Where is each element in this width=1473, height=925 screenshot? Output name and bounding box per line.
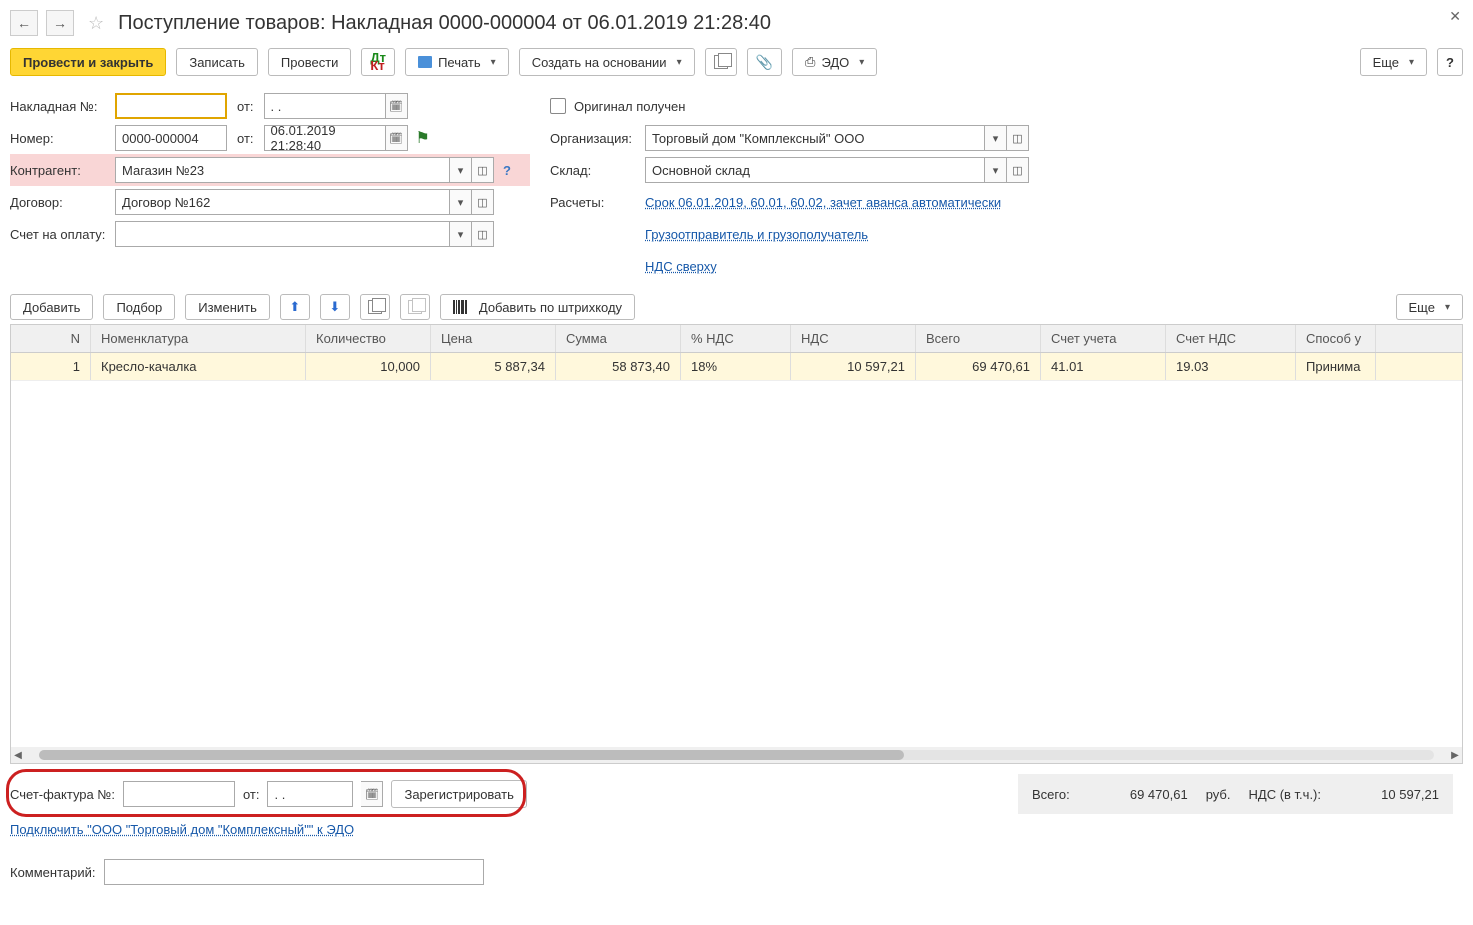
connect-edo-link[interactable]: Подключить "ООО "Торговый дом "Комплексн… xyxy=(10,822,354,837)
dtkt-button[interactable]: ДᴛКᴛ xyxy=(361,48,395,76)
from-label-1: от: xyxy=(237,99,254,114)
nav-forward-button[interactable]: → xyxy=(46,10,74,36)
post-and-close-button[interactable]: Провести и закрыть xyxy=(10,48,166,76)
invoice-date-input[interactable]: . . xyxy=(264,93,386,119)
invoice-no-label: Накладная №: xyxy=(10,99,115,114)
col-price[interactable]: Цена xyxy=(431,325,556,352)
page-title: Поступление товаров: Накладная 0000-0000… xyxy=(118,12,771,35)
edo-icon: ⎙ xyxy=(805,54,815,70)
sf-label: Счет-фактура №: xyxy=(10,787,115,802)
close-icon[interactable]: ✕ xyxy=(1449,8,1461,25)
more-button[interactable]: Еще xyxy=(1360,48,1427,76)
create-based-on-button[interactable]: Создать на основании xyxy=(519,48,695,76)
contragent-label: Контрагент: xyxy=(10,163,115,178)
post-button[interactable]: Провести xyxy=(268,48,352,76)
add-by-barcode-button[interactable]: Добавить по штрихкоду xyxy=(440,294,635,320)
help-button[interactable]: ? xyxy=(1437,48,1463,76)
from-label-2: от: xyxy=(237,131,254,146)
contract-input[interactable]: Договор №162 xyxy=(115,189,450,215)
calendar-icon-2[interactable]: 🗓 xyxy=(386,125,408,151)
items-table[interactable]: N Номенклатура Количество Цена Сумма % Н… xyxy=(10,324,1463,764)
contragent-input[interactable]: Магазин №23 xyxy=(115,157,450,183)
comment-input[interactable] xyxy=(104,859,484,885)
col-n[interactable]: N xyxy=(11,325,91,352)
table-more-button[interactable]: Еще xyxy=(1396,294,1463,320)
total-label: Всего: xyxy=(1032,787,1070,802)
comment-label: Комментарий: xyxy=(10,865,96,880)
edo-button[interactable]: ⎙ЭДО xyxy=(792,48,877,76)
horizontal-scrollbar[interactable]: ◀▶ xyxy=(11,747,1462,763)
copy-row-button[interactable] xyxy=(360,294,390,320)
calc-link[interactable]: Срок 06.01.2019, 60.01, 60.02, зачет ава… xyxy=(645,195,1001,210)
original-received-label: Оригинал получен xyxy=(574,99,685,114)
warehouse-open[interactable]: ◫ xyxy=(1007,157,1029,183)
paperclip-icon: 📎 xyxy=(756,54,773,71)
col-vat[interactable]: НДС xyxy=(791,325,916,352)
pick-button[interactable]: Подбор xyxy=(103,294,175,320)
col-nom[interactable]: Номенклатура xyxy=(91,325,306,352)
sf-calendar-icon[interactable]: 🗓 xyxy=(361,781,383,807)
contragent-help[interactable]: ? xyxy=(498,157,516,183)
warehouse-label: Склад: xyxy=(550,163,645,178)
payment-acc-open[interactable]: ◫ xyxy=(472,221,494,247)
calendar-icon[interactable]: 🗓 xyxy=(386,93,408,119)
payment-acc-input[interactable] xyxy=(115,221,450,247)
print-button[interactable]: Печать xyxy=(405,48,509,76)
invoice-no-input[interactable] xyxy=(115,93,227,119)
sf-from-label: от: xyxy=(243,787,260,802)
org-label: Организация: xyxy=(550,131,645,146)
add-row-button[interactable]: Добавить xyxy=(10,294,93,320)
contragent-dropdown[interactable]: ▾ xyxy=(450,157,472,183)
sf-number-input[interactable] xyxy=(123,781,235,807)
org-dropdown[interactable]: ▾ xyxy=(985,125,1007,151)
org-input[interactable]: Торговый дом "Комплексный" ООО xyxy=(645,125,985,151)
flag-icon[interactable]: ⚑ xyxy=(416,128,430,148)
contract-dropdown[interactable]: ▾ xyxy=(450,189,472,215)
currency-label: руб. xyxy=(1206,787,1231,802)
vat-total-label: НДС (в т.ч.): xyxy=(1249,787,1322,802)
col-total[interactable]: Всего xyxy=(916,325,1041,352)
attach-button[interactable]: 📎 xyxy=(747,48,782,76)
col-sum[interactable]: Сумма xyxy=(556,325,681,352)
col-acc[interactable]: Счет учета xyxy=(1041,325,1166,352)
structure-button[interactable] xyxy=(705,48,737,76)
original-received-checkbox[interactable] xyxy=(550,98,566,114)
number-label: Номер: xyxy=(10,131,115,146)
sf-date-input[interactable]: . . xyxy=(267,781,353,807)
col-qty[interactable]: Количество xyxy=(306,325,431,352)
register-sf-button[interactable]: Зарегистрировать xyxy=(391,780,526,808)
move-down-button[interactable]: ⬇ xyxy=(320,294,350,320)
contract-open[interactable]: ◫ xyxy=(472,189,494,215)
record-button[interactable]: Записать xyxy=(176,48,258,76)
table-row[interactable]: 1 Кресло-качалка 10,000 5 887,34 58 873,… xyxy=(11,353,1462,381)
totals-panel: Всего: 69 470,61 руб. НДС (в т.ч.): 10 5… xyxy=(1018,774,1453,814)
paste-rows-icon xyxy=(408,300,422,314)
favorite-icon[interactable]: ☆ xyxy=(88,13,104,34)
nav-back-button[interactable]: ← xyxy=(10,10,38,36)
contract-label: Договор: xyxy=(10,195,115,210)
col-vatp[interactable]: % НДС xyxy=(681,325,791,352)
org-open[interactable]: ◫ xyxy=(1007,125,1029,151)
warehouse-dropdown[interactable]: ▾ xyxy=(985,157,1007,183)
vat-mode-link[interactable]: НДС сверху xyxy=(645,259,717,274)
shipper-link[interactable]: Грузоотправитель и грузополучатель xyxy=(645,227,868,242)
payment-acc-label: Счет на оплату: xyxy=(10,227,115,242)
copy-rows-icon xyxy=(368,300,382,314)
change-button[interactable]: Изменить xyxy=(185,294,270,320)
warehouse-input[interactable]: Основной склад xyxy=(645,157,985,183)
calc-label: Расчеты: xyxy=(550,195,645,210)
date-input[interactable]: 06.01.2019 21:28:40 xyxy=(264,125,386,151)
move-up-button[interactable]: ⬆ xyxy=(280,294,310,320)
printer-icon xyxy=(418,56,432,68)
total-value: 69 470,61 xyxy=(1088,787,1188,802)
contragent-open[interactable]: ◫ xyxy=(472,157,494,183)
barcode-icon xyxy=(453,300,467,314)
vat-total-value: 10 597,21 xyxy=(1339,787,1439,802)
number-input[interactable]: 0000-000004 xyxy=(115,125,227,151)
copy-icon xyxy=(714,55,728,69)
payment-acc-dropdown[interactable]: ▾ xyxy=(450,221,472,247)
col-method[interactable]: Способ у xyxy=(1296,325,1376,352)
col-vatacc[interactable]: Счет НДС xyxy=(1166,325,1296,352)
paste-row-button[interactable] xyxy=(400,294,430,320)
